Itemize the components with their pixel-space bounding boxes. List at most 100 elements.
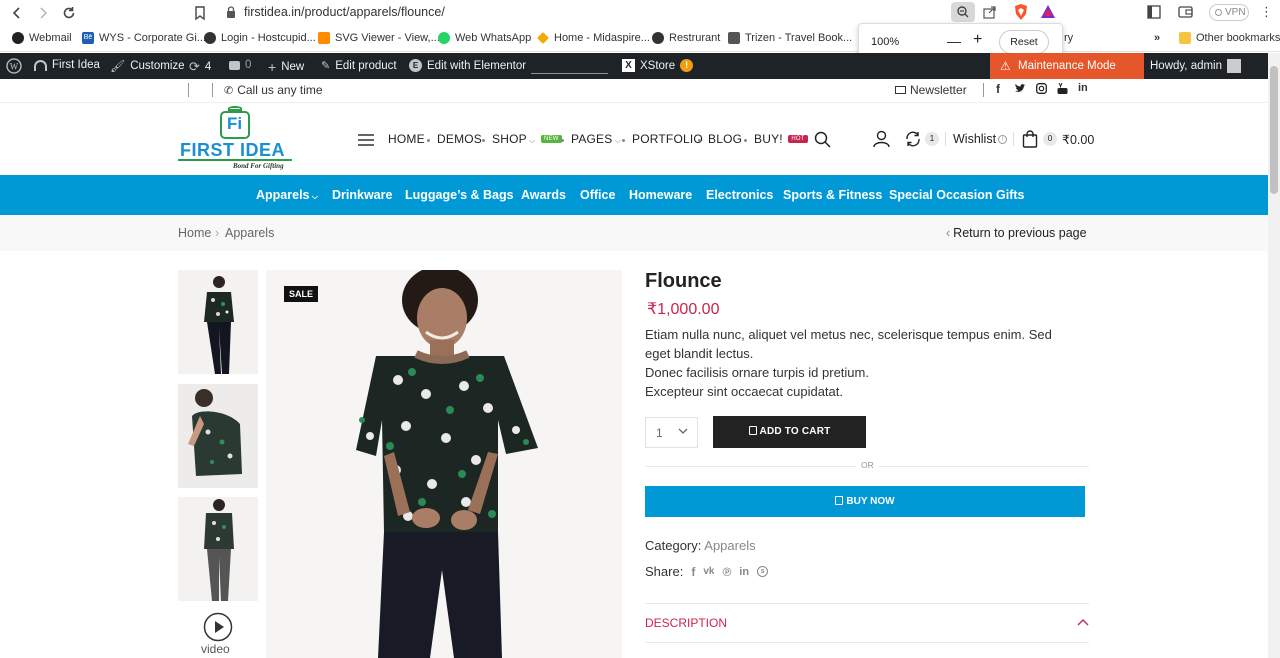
- whatsapp-icon: [438, 32, 450, 44]
- cat-office[interactable]: Office: [580, 188, 615, 202]
- account-icon[interactable]: [873, 130, 890, 148]
- facebook-icon[interactable]: f: [691, 565, 695, 579]
- menu-blog[interactable]: BLOG: [708, 132, 742, 146]
- maintenance-mode-indicator[interactable]: ⚠ Maintenance Mode Active: [990, 53, 1144, 98]
- wordpress-icon[interactable]: W: [6, 58, 22, 74]
- pinterest-icon[interactable]: ℗: [722, 565, 731, 579]
- buy-now-button[interactable]: BUY NOW: [645, 486, 1085, 517]
- logo-bow: [228, 106, 242, 111]
- bookmark-icon[interactable]: [191, 4, 209, 22]
- zoom-indicator-icon[interactable]: [951, 2, 975, 22]
- cart-link[interactable]: 0 ₹0.00: [1022, 130, 1094, 148]
- compare-link[interactable]: 1: [904, 130, 939, 148]
- bookmark-trizen[interactable]: Trizen - Travel Book...: [728, 32, 852, 44]
- linkedin-icon[interactable]: in: [1078, 82, 1088, 94]
- forward-icon[interactable]: [34, 4, 52, 22]
- back-icon[interactable]: [8, 4, 26, 22]
- hot-badge: HOT: [788, 135, 808, 143]
- scrollbar-thumb[interactable]: [1270, 66, 1278, 194]
- wp-elementor-link[interactable]: E Edit with Elementor: [409, 59, 526, 72]
- bookmarks-overflow-icon[interactable]: »: [1154, 32, 1160, 44]
- brave-rewards-icon[interactable]: [1040, 4, 1056, 20]
- cat-special-occasion-gifts[interactable]: Special Occasion Gifts: [889, 188, 1024, 202]
- wp-account-menu[interactable]: Howdy, admin: [1150, 59, 1242, 73]
- cat-homeware[interactable]: Homeware: [629, 188, 692, 202]
- facebook-icon[interactable]: f: [996, 82, 1000, 96]
- wp-new-link[interactable]: + New: [268, 59, 304, 75]
- search-icon[interactable]: [814, 131, 831, 148]
- gallery-thumbnail-3[interactable]: [178, 497, 258, 601]
- site-header: Fi FIRST IDEA Bond For Gifting HOME DEMO…: [0, 103, 1268, 175]
- menu-shop[interactable]: SHOP ⌵ NEW: [492, 132, 562, 146]
- skype-icon[interactable]: s: [757, 566, 769, 577]
- wp-customize-link[interactable]: 🖌 Customize: [110, 59, 185, 73]
- bookmark-other[interactable]: Other bookmarks: [1179, 32, 1280, 44]
- bookmark-hostcupid[interactable]: Login - Hostcupid...: [204, 32, 316, 44]
- menu-portfolio[interactable]: PORTFOLIO: [632, 132, 703, 146]
- bookmark-midaspire[interactable]: Home - Midaspire...: [537, 32, 650, 44]
- menu-home[interactable]: HOME: [388, 132, 425, 146]
- bookmark-partial[interactable]: ry: [1064, 32, 1073, 44]
- description-tab[interactable]: DESCRIPTION: [645, 603, 1089, 643]
- add-to-cart-button[interactable]: ADD TO CART: [713, 416, 866, 448]
- breadcrumb-home[interactable]: Home: [178, 226, 211, 240]
- play-video-icon[interactable]: [203, 612, 233, 642]
- wp-xstore-link[interactable]: X XStore !: [622, 59, 694, 72]
- breadcrumb-current[interactable]: Apparels: [225, 226, 274, 240]
- call-label: Call us any time: [237, 83, 323, 97]
- zoom-reset-button[interactable]: Reset: [999, 30, 1049, 54]
- menu-demos[interactable]: DEMOS: [437, 132, 482, 146]
- site-logo[interactable]: Fi FIRST IDEA Bond For Gifting: [178, 106, 294, 171]
- menu-buy[interactable]: BUY! HOT: [754, 132, 808, 146]
- bookmark-label: Web WhatsApp: [455, 32, 532, 44]
- cat-apparels[interactable]: Apparels ⌵: [256, 188, 318, 202]
- cat-electronics[interactable]: Electronics: [706, 188, 773, 202]
- linkedin-icon[interactable]: in: [739, 566, 749, 578]
- zoom-in-button[interactable]: +: [973, 31, 982, 49]
- cat-awards[interactable]: Awards: [521, 188, 566, 202]
- gallery-thumbnail-2[interactable]: [178, 384, 258, 488]
- quantity-select[interactable]: 1: [645, 417, 698, 448]
- cat-sports-fitness[interactable]: Sports & Fitness: [783, 188, 882, 202]
- wishlist-link[interactable]: Wishlist !: [953, 132, 1008, 146]
- divider: [1013, 132, 1014, 146]
- bookmark-label: Login - Hostcupid...: [221, 32, 316, 44]
- gallery-thumbnail-1[interactable]: [178, 270, 258, 374]
- call-link[interactable]: ✆ Call us any time: [224, 83, 323, 97]
- wp-comments-link[interactable]: 0: [229, 59, 251, 71]
- wp-new-label: New: [281, 61, 305, 73]
- newsletter-link[interactable]: Newsletter: [895, 83, 967, 97]
- url-input[interactable]: firstidea.in/product/apparels/flounce/: [244, 5, 445, 19]
- reload-icon[interactable]: [60, 4, 78, 22]
- cat-drinkware[interactable]: Drinkware: [332, 188, 392, 202]
- menu-dots-icon[interactable]: ⋮: [1260, 5, 1273, 18]
- bookmark-svg-viewer[interactable]: SVG Viewer - View,...: [318, 32, 440, 44]
- wp-updates-link[interactable]: ⟳ 4: [189, 59, 211, 75]
- twitter-icon[interactable]: [1014, 83, 1026, 94]
- bookmark-whatsapp[interactable]: Web WhatsApp: [438, 32, 531, 44]
- brave-shield-icon[interactable]: [1012, 3, 1030, 21]
- zoom-out-button[interactable]: —: [947, 33, 961, 49]
- menu-pages[interactable]: PAGES ⌵: [571, 132, 621, 146]
- return-previous-link[interactable]: ‹ Return to previous page: [946, 226, 1087, 240]
- youtube-icon[interactable]: [1057, 83, 1068, 94]
- category-label: Category:: [645, 538, 702, 553]
- instagram-icon[interactable]: [1036, 83, 1047, 94]
- vk-icon[interactable]: vk: [703, 566, 714, 577]
- elementor-icon: E: [409, 59, 422, 72]
- sidebar-icon[interactable]: [1147, 5, 1161, 19]
- share-icon[interactable]: [982, 4, 998, 20]
- hamburger-icon[interactable]: [358, 134, 374, 146]
- cat-luggage-bags[interactable]: Luggage’s & Bags: [405, 188, 514, 202]
- wp-site-link[interactable]: First Idea: [34, 59, 100, 71]
- bookmark-wys[interactable]: Bē WYS - Corporate Gi...: [82, 32, 206, 44]
- wallet-icon[interactable]: [1178, 5, 1193, 19]
- bookmark-webmail[interactable]: Webmail: [12, 32, 72, 44]
- bookmark-label: Restrurant: [669, 32, 721, 44]
- vpn-button[interactable]: VPN: [1209, 4, 1249, 21]
- wp-edit-product-link[interactable]: ✎ Edit product: [321, 59, 397, 73]
- bookmark-restrurant[interactable]: Restrurant: [652, 32, 720, 44]
- category-link[interactable]: Apparels: [704, 538, 755, 553]
- product-main-image[interactable]: [266, 270, 622, 658]
- folder-icon: [1179, 32, 1191, 44]
